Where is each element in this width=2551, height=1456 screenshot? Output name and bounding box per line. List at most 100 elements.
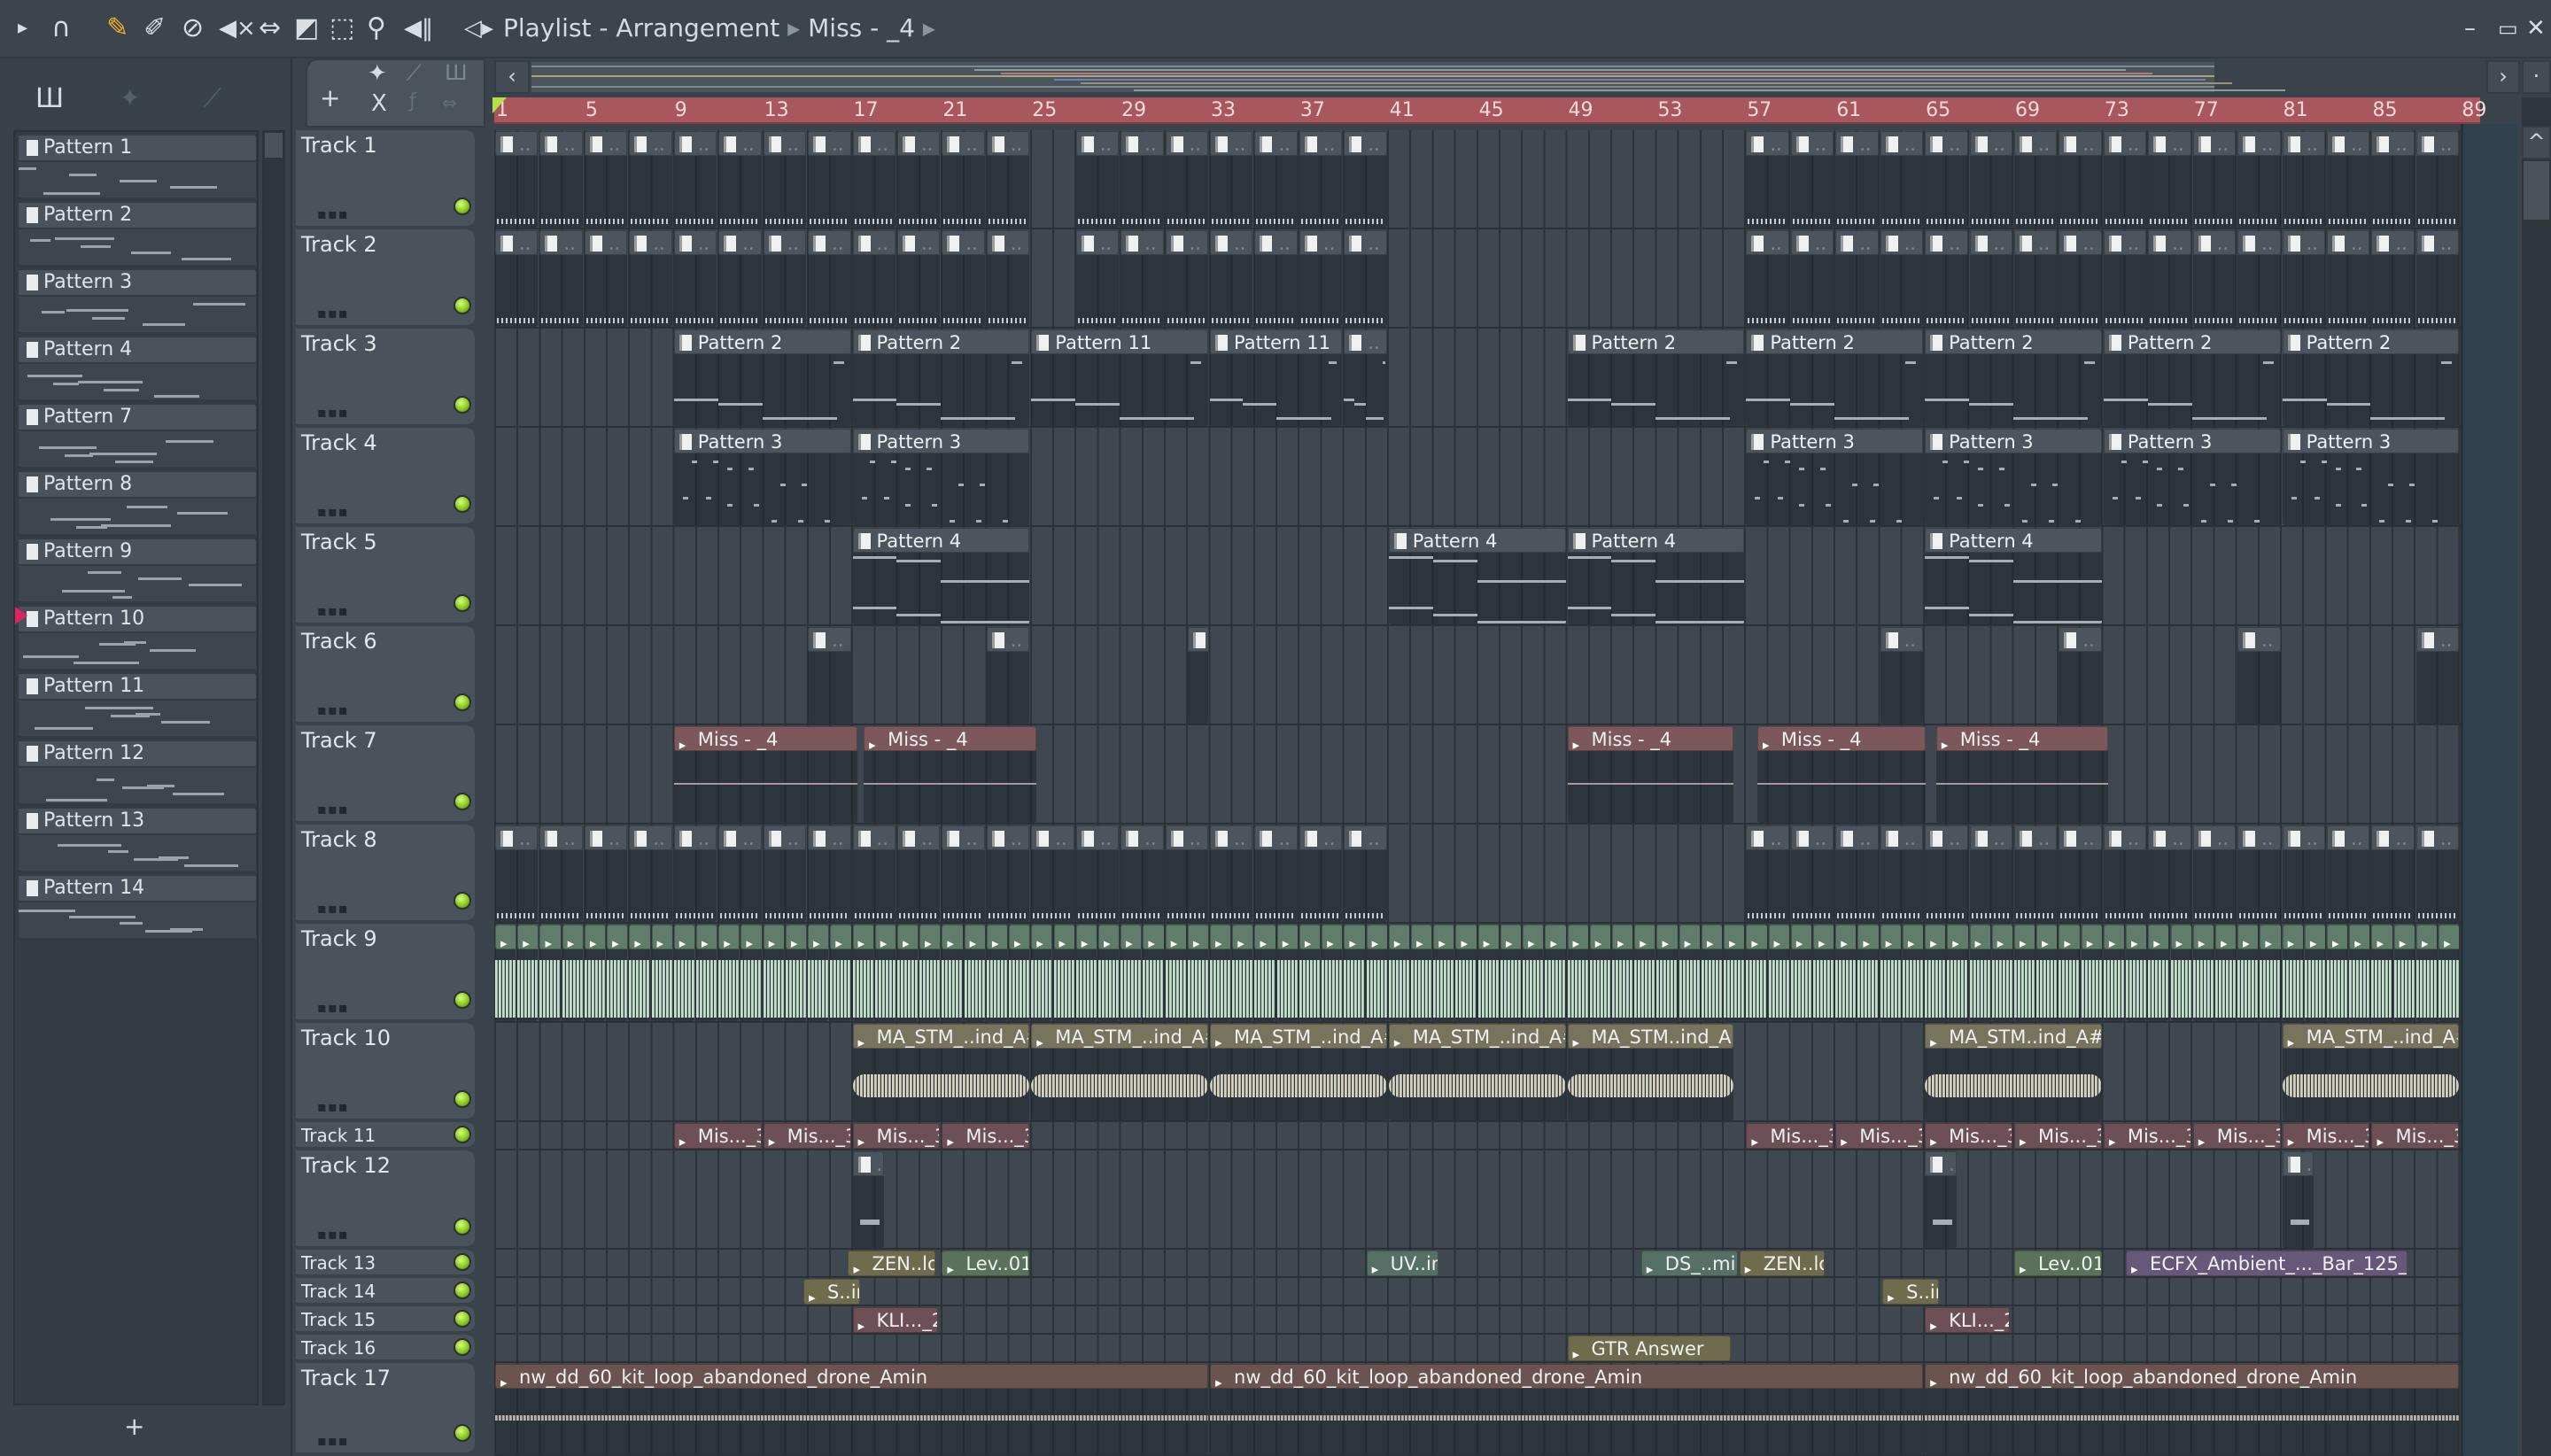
track-options-dots-icon[interactable]: ▪▪▪ (317, 801, 349, 817)
audio-clip[interactable]: ▸ (1344, 925, 1365, 1021)
audio-clip[interactable]: ▸ (673, 925, 694, 1021)
track-row[interactable]: Pattern 4 Pattern 4 Pattern 4 Pattern 4 (494, 527, 2516, 626)
pattern-item-header[interactable]: Pattern 2 (19, 203, 256, 228)
track-row[interactable]: ▸MA_STM_..ind_A#m▸MA_STM_..ind_A#m▸MA_ST… (494, 1023, 2516, 1122)
audio-clip[interactable]: ▸MA_STM_..ind_A#m (2282, 1024, 2460, 1120)
clip-header[interactable]: ▸MA_STM_..ind_A#m (1388, 1024, 1566, 1049)
playlist-grid[interactable]: ........................................… (494, 130, 2516, 1456)
clip-header[interactable]: ▸ZEN..lor (1739, 1251, 1826, 1276)
track-header[interactable]: Track 9 ▪▪▪ (296, 924, 475, 1021)
close-button[interactable]: ✕ (2526, 12, 2546, 44)
track-name[interactable]: Track 14 (301, 1279, 376, 1304)
clip-header[interactable]: .. (808, 825, 851, 850)
pattern-clip[interactable]: Pattern 4 (852, 528, 1030, 624)
pattern-clip[interactable]: .. (1969, 230, 2012, 327)
clip-header[interactable]: ▸ (1366, 925, 1387, 949)
track-enable-led[interactable] (454, 495, 471, 513)
clip-header[interactable]: .. (539, 825, 583, 850)
clip-header[interactable]: ▸ Mis..._3 (1835, 1123, 1924, 1149)
clip-header[interactable]: .. (1880, 131, 1924, 156)
pattern-clip[interactable]: Pattern 2 (852, 329, 1030, 426)
clip-header[interactable]: ▸ Miss - _4 (1567, 726, 1733, 751)
pattern-clip[interactable]: .. (2327, 230, 2370, 327)
clip-header[interactable]: ▸ Mis..._3 (763, 1123, 851, 1149)
clip-header[interactable]: .. (1210, 230, 1253, 255)
pattern-clip[interactable]: .. (629, 825, 672, 922)
pattern-clip[interactable]: .. (896, 131, 941, 228)
track-header[interactable]: Track 12 ▪▪▪ (296, 1150, 475, 1248)
pattern-clip[interactable]: Pattern 2 (2103, 329, 2281, 426)
clip-header[interactable]: ▸ Mis..._3 (852, 1123, 941, 1149)
pattern-clip[interactable]: .. (1254, 131, 1298, 228)
track-name[interactable]: Track 10 (301, 1025, 391, 1051)
pattern-item-header[interactable]: Pattern 10 (19, 607, 256, 631)
audio-clip[interactable]: ▸ (2059, 925, 2080, 1021)
track-name[interactable]: Track 6 (301, 628, 377, 654)
audio-clip[interactable]: ▸ (1724, 925, 1745, 1021)
track-header[interactable]: Track 1 ▪▪▪ (296, 130, 475, 228)
pattern-clip[interactable]: .. (718, 230, 762, 327)
clip-header[interactable]: ▸ Lev..01 (2013, 1251, 2102, 1276)
clip-header[interactable]: .. (2282, 131, 2326, 156)
clip-header[interactable]: .. (2192, 825, 2237, 850)
clip-header[interactable]: Pattern 3 (2282, 429, 2460, 453)
audio-clip[interactable]: ▸ (1634, 925, 1655, 1021)
clip-header[interactable]: .. (1031, 825, 1074, 850)
clip-header[interactable]: .. (2148, 131, 2191, 156)
pattern-clip[interactable]: Pattern 2 (1567, 329, 1745, 426)
audio-clip[interactable]: ▸ (808, 925, 829, 1021)
menu-dot-button[interactable]: · (2522, 60, 2551, 94)
pattern-clip[interactable]: .. (2148, 230, 2191, 327)
clip-header[interactable]: ▸ (1701, 925, 1723, 949)
track-row[interactable]: ▸ nw_dd_60_kit_loop_abandoned_drone_Amin ▸… (494, 1363, 2516, 1456)
audio-clip[interactable]: ▸ (1679, 925, 1700, 1021)
clip-header[interactable]: .. (1880, 627, 1924, 652)
clip-header[interactable]: .. (2327, 825, 2370, 850)
track-name[interactable]: Track 17 (301, 1365, 391, 1391)
clip-header[interactable]: Pattern 3 (2103, 429, 2281, 453)
pattern-clip[interactable]: .. (1165, 230, 1209, 327)
track-enable-led[interactable] (454, 1310, 471, 1328)
audio-clip[interactable]: ▸ (785, 925, 807, 1021)
pattern-clip[interactable]: .. (539, 230, 583, 327)
clip-header[interactable]: ▸ (2170, 925, 2191, 949)
add-track-button[interactable]: + (320, 83, 340, 112)
audio-clip[interactable]: ▸ nw_dd_60_kit_loop_abandoned_drone_Amin (495, 1364, 1209, 1454)
audio-clip[interactable]: ▸ZEN..lor (848, 1251, 936, 1276)
clip-header[interactable]: ▸ (919, 925, 941, 949)
clip-header[interactable]: ▸ Mis..._3 (1746, 1123, 1834, 1149)
audio-clip[interactable]: ▸ (2148, 925, 2169, 1021)
clip-header[interactable]: ▸ (1523, 925, 1544, 949)
clip-header[interactable]: ▸ Mis..._3 (2192, 1123, 2281, 1149)
clip-header[interactable]: Pattern 11 (1031, 329, 1209, 354)
slice-icon[interactable]: ◩ (294, 12, 319, 44)
audio-clip[interactable]: ▸ Miss - _4 (1567, 726, 1733, 823)
clip-header[interactable]: .. (763, 825, 807, 850)
audio-clip[interactable]: ▸ (539, 925, 561, 1021)
clip-header[interactable]: .. (2371, 131, 2415, 156)
clip-header[interactable]: ▸ (1477, 925, 1499, 949)
clip-header[interactable]: .. (2013, 230, 2058, 255)
clip-header[interactable]: .. (808, 131, 851, 156)
clip-header[interactable]: ▸ (2103, 925, 2125, 949)
pattern-clip[interactable]: .. (2371, 825, 2415, 922)
clip-header[interactable]: .. (1969, 230, 2012, 255)
clip-header[interactable]: ▸ (1411, 925, 1432, 949)
audio-clip[interactable]: ▸ (2439, 925, 2460, 1021)
clip-header[interactable]: ▸ (1075, 925, 1097, 949)
clip-header[interactable]: .. (1344, 131, 1387, 156)
clip-header[interactable]: .. (2415, 825, 2460, 850)
audio-clip[interactable]: ▸ (1477, 925, 1499, 1021)
audio-clip[interactable]: ▸ (1388, 925, 1410, 1021)
pattern-clip[interactable]: .. (673, 131, 717, 228)
pattern-list-item[interactable]: Pattern 7 (19, 405, 256, 469)
track-options-dots-icon[interactable]: ▪▪▪ (317, 900, 349, 917)
pattern-clip[interactable]: .. (1165, 131, 1209, 228)
clip-header[interactable]: ▸ (2126, 925, 2147, 949)
audio-clip[interactable]: ▸ (1187, 925, 1209, 1021)
clip-header[interactable]: .. (2327, 230, 2370, 255)
clip-header[interactable]: ▸ (2327, 925, 2348, 949)
audio-clip[interactable]: ▸ nw_dd_60_kit_loop_abandoned_drone_Amin (1210, 1364, 1924, 1454)
track-row[interactable]: ............ (494, 626, 2516, 725)
track-enable-led[interactable] (454, 1253, 471, 1271)
